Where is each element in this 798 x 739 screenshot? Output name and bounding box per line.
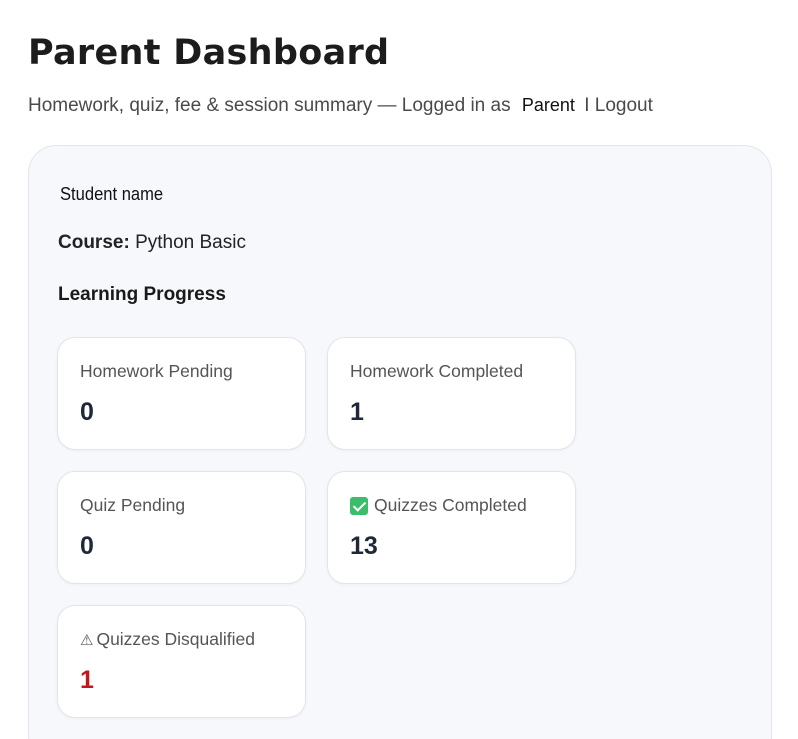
stat-card-quiz-pending: Quiz Pending 0 bbox=[57, 471, 306, 584]
subtitle-text: Homework, quiz, fee & session summary — … bbox=[28, 95, 511, 116]
course-label: Course: bbox=[58, 232, 130, 253]
learning-progress-heading: Learning Progress bbox=[58, 284, 226, 305]
page-title: Parent Dashboard bbox=[28, 33, 390, 73]
student-name: Student name bbox=[60, 184, 164, 204]
logout-link[interactable]: Logout bbox=[595, 95, 653, 116]
stat-label: Quiz Pending bbox=[80, 495, 186, 515]
stat-card-quizzes-disqualified: ⚠ Quizzes Disqualified 1 bbox=[57, 605, 306, 718]
stat-label: Quizzes Completed bbox=[374, 495, 527, 515]
stat-value: 0 bbox=[80, 532, 94, 560]
student-card: Student name Course: Python Basic Learni… bbox=[28, 145, 772, 739]
stat-value: 1 bbox=[80, 666, 94, 694]
course-line: Course: Python Basic bbox=[58, 232, 246, 254]
stat-label-row: Quizzes Completed bbox=[350, 495, 527, 516]
page-subtitle: Homework, quiz, fee & session summary — … bbox=[28, 93, 653, 118]
stat-label-row: ⚠ Quizzes Disqualified bbox=[80, 629, 255, 650]
stat-card-homework-completed: Homework Completed 1 bbox=[327, 337, 576, 450]
separator: I bbox=[584, 95, 590, 116]
stat-label: Quizzes Disqualified bbox=[96, 629, 255, 649]
warning-icon: ⚠ bbox=[80, 630, 94, 649]
stat-value: 13 bbox=[350, 532, 378, 560]
course-value: Python Basic bbox=[135, 232, 246, 253]
stat-card-homework-pending: Homework Pending 0 bbox=[57, 337, 306, 450]
stat-value: 1 bbox=[350, 398, 364, 426]
stat-card-quizzes-completed: Quizzes Completed 13 bbox=[327, 471, 576, 584]
stat-label: Homework Completed bbox=[350, 361, 524, 381]
user-role: Parent bbox=[521, 95, 575, 115]
check-mark-icon bbox=[350, 496, 368, 515]
stat-label: Homework Pending bbox=[80, 361, 233, 381]
stat-value: 0 bbox=[80, 398, 94, 426]
